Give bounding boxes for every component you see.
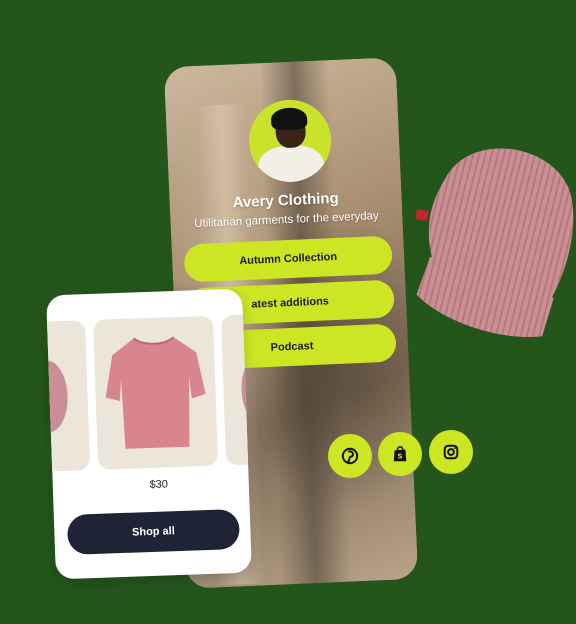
- product-price: $30: [149, 478, 169, 492]
- shop-card: $30 Shop all: [46, 288, 252, 580]
- product-tile[interactable]: [92, 315, 219, 470]
- shop-all-button[interactable]: Shop all: [66, 508, 241, 555]
- instagram-icon[interactable]: [429, 430, 473, 474]
- product-tile[interactable]: [46, 320, 91, 472]
- pinterest-icon[interactable]: [328, 434, 372, 478]
- tshirt-image: [105, 336, 206, 449]
- shopify-icon[interactable]: S: [378, 432, 422, 476]
- link-button-autumn-collection[interactable]: Autumn Collection: [183, 235, 393, 283]
- beanie-image: [416, 148, 574, 337]
- svg-text:S: S: [397, 452, 402, 461]
